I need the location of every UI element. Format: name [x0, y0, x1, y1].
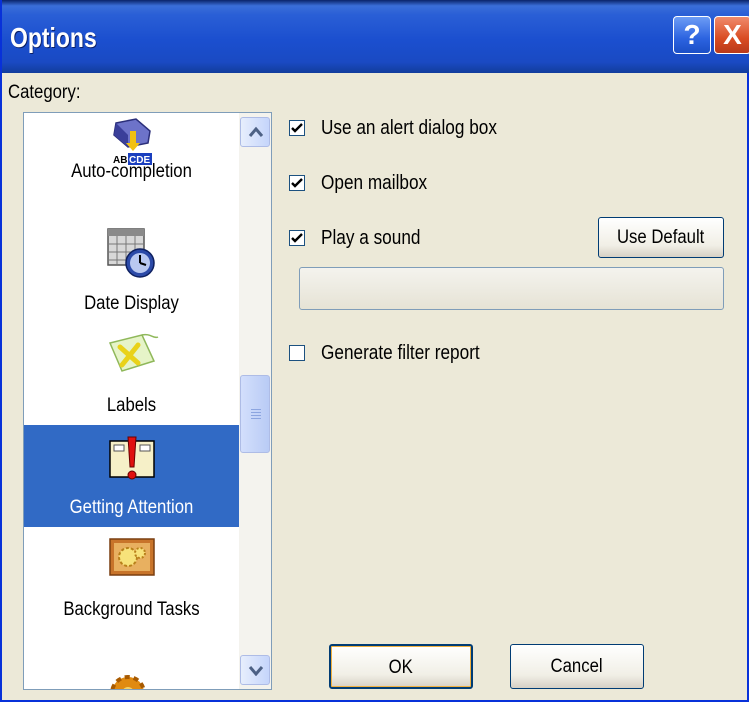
scroll-thumb[interactable]: [240, 375, 270, 453]
ok-button[interactable]: OK: [329, 644, 473, 689]
list-item-label: Date Display: [84, 293, 179, 314]
list-item-getting-attention[interactable]: Getting Attention: [24, 425, 239, 527]
alert-dialog-label: Use an alert dialog box: [321, 117, 497, 139]
use-default-label: Use Default: [617, 227, 705, 248]
list-item-label: Auto-completion: [71, 161, 192, 182]
checkmark-icon: [291, 123, 303, 133]
scroll-up-button[interactable]: [240, 117, 270, 147]
help-button[interactable]: ?: [673, 16, 711, 54]
list-item-label: Background Tasks: [63, 599, 200, 620]
cancel-button[interactable]: Cancel: [510, 644, 644, 689]
play-sound-checkbox[interactable]: [289, 230, 305, 246]
list-item-background-tasks[interactable]: Background Tasks: [24, 527, 239, 629]
scroll-down-button[interactable]: [240, 655, 270, 685]
filter-report-label: Generate filter report: [321, 342, 480, 364]
filter-report-checkbox[interactable]: [289, 345, 305, 361]
sound-file-field[interactable]: [299, 267, 724, 310]
chevron-down-icon: [248, 666, 264, 676]
list-item-date-display[interactable]: Date Display: [24, 221, 239, 323]
category-list[interactable]: AB CDE Auto-completion Date Display Labe…: [23, 112, 272, 690]
checkmark-icon: [291, 178, 303, 188]
options-dialog: Options ? X Category: AB CDE Auto-comple…: [0, 0, 749, 702]
help-icon: ?: [683, 19, 701, 50]
checkmark-icon: [291, 233, 303, 243]
play-sound-label: Play a sound: [321, 227, 421, 249]
use-default-button[interactable]: Use Default: [598, 217, 724, 258]
list-item-auto-completion[interactable]: AB CDE Auto-completion: [24, 113, 239, 191]
category-scrollbar[interactable]: [239, 113, 271, 689]
list-item-labels[interactable]: Labels: [24, 323, 239, 425]
list-item-partial-next[interactable]: [24, 629, 239, 689]
list-item-label: Labels: [106, 395, 157, 416]
open-mailbox-label: Open mailbox: [321, 172, 428, 194]
labels-icon: [106, 331, 159, 381]
alert-exclamation-icon: [106, 433, 158, 483]
calendar-clock-icon: [106, 227, 158, 278]
cancel-label: Cancel: [550, 656, 604, 677]
gear-icon: [106, 669, 158, 689]
close-button[interactable]: X: [714, 16, 749, 54]
chevron-up-icon: [248, 126, 264, 137]
window-title: Options: [10, 22, 97, 53]
list-item-label: Getting Attention: [69, 497, 194, 518]
ok-label: OK: [388, 657, 414, 678]
open-mailbox-checkbox[interactable]: [289, 175, 305, 191]
category-label: Category:: [8, 82, 81, 103]
background-tasks-icon: [106, 535, 158, 585]
title-bar[interactable]: Options ? X: [2, 0, 749, 73]
close-icon: X: [723, 19, 742, 50]
auto-completion-icon: AB CDE: [106, 117, 158, 167]
alert-dialog-checkbox[interactable]: [289, 120, 305, 136]
